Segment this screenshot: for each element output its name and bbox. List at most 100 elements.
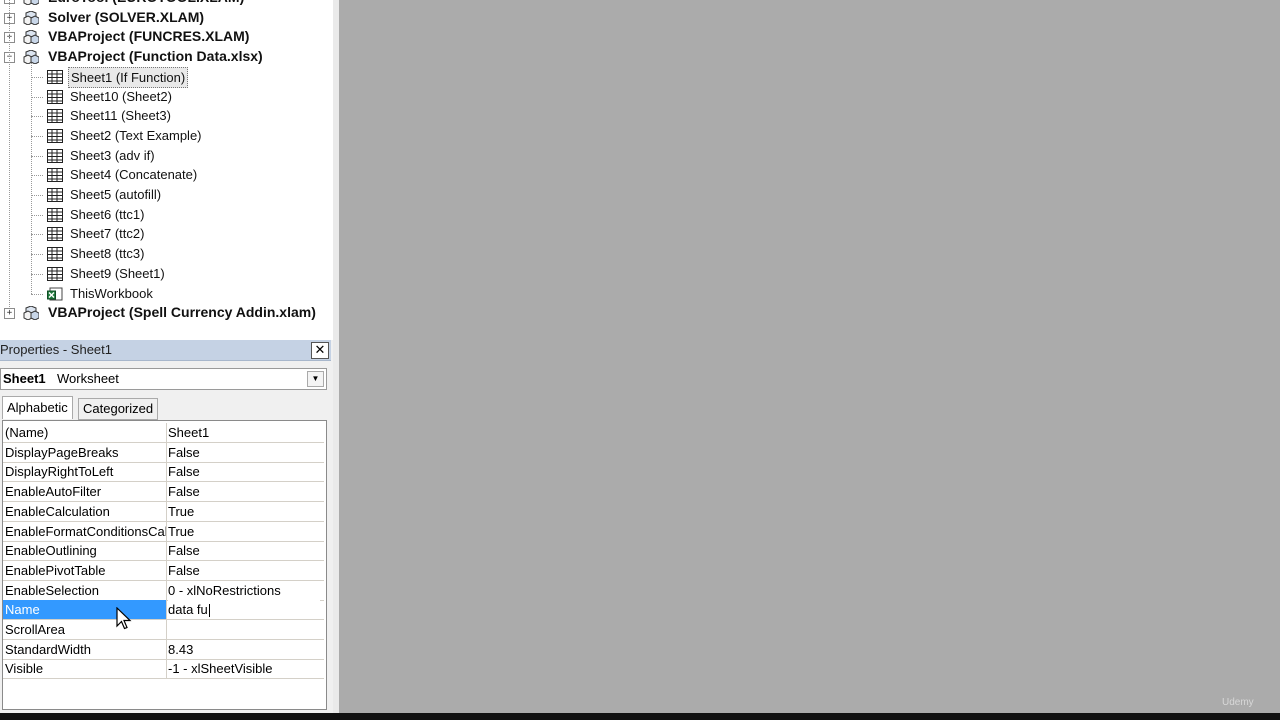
worksheet-icon: [47, 207, 63, 222]
property-row[interactable]: Name data fu: [3, 600, 324, 621]
property-value-text: 8.43: [168, 641, 194, 657]
property-value[interactable]: False: [168, 462, 320, 481]
tree-item[interactable]: Sheet8 (ttc3): [70, 244, 144, 263]
property-name[interactable]: EnableAutoFilter: [3, 482, 167, 502]
property-name[interactable]: Name: [3, 600, 167, 620]
properties-window: Properties - Sheet1 ✕ Sheet1 Worksheet ▼…: [0, 340, 333, 715]
property-value[interactable]: [168, 620, 320, 639]
property-name[interactable]: Visible: [3, 659, 167, 679]
tree-item-selected[interactable]: Sheet1 (If Function): [68, 66, 189, 88]
mouse-pointer-icon: [116, 607, 132, 630]
property-row[interactable]: (Name) Sheet1: [3, 423, 324, 443]
tree-item[interactable]: Sheet10 (Sheet2): [70, 87, 172, 106]
property-name[interactable]: DisplayPageBreaks: [3, 442, 167, 462]
property-row[interactable]: EnableAutoFilter False: [3, 482, 324, 503]
property-row[interactable]: EnableOutlining False: [3, 541, 324, 562]
close-icon[interactable]: ✕: [311, 342, 329, 359]
property-value-text: False: [168, 484, 200, 500]
tree-item[interactable]: Sheet7 (ttc2): [70, 224, 144, 243]
property-value[interactable]: True: [168, 522, 320, 541]
text-caret: [208, 604, 210, 618]
property-row[interactable]: ScrollArea: [3, 620, 324, 640]
properties-title: Properties - Sheet1: [0, 342, 113, 357]
property-value[interactable]: 8.43: [168, 640, 320, 659]
worksheet-icon: [47, 109, 63, 124]
property-value[interactable]: True: [168, 502, 320, 521]
tree-connector-root: [9, 0, 10, 314]
worksheet-icon: [47, 266, 63, 281]
tree-connector: [31, 293, 43, 295]
properties-title-bar: Properties - Sheet1 ✕: [0, 340, 331, 361]
property-value-input[interactable]: data fu: [168, 600, 320, 620]
tree-item[interactable]: Sheet6 (ttc1): [70, 205, 144, 224]
tree-item[interactable]: Sheet2 (Text Example): [70, 126, 202, 145]
property-value[interactable]: 0 - xlNoRestrictions: [168, 581, 320, 600]
object-selector-dropdown[interactable]: Sheet1 Worksheet ▼: [0, 368, 327, 390]
property-value[interactable]: Sheet1: [168, 423, 320, 442]
tree-item[interactable]: Sheet9 (Sheet1): [70, 264, 165, 283]
property-value-text: False: [168, 562, 200, 578]
tree-connector: [31, 195, 43, 196]
project-label[interactable]: VBAProject (FUNCRES.XLAM): [48, 27, 249, 46]
expander-icon[interactable]: +: [4, 308, 15, 320]
worksheet-icon: [47, 247, 63, 262]
tree-item[interactable]: Sheet3 (adv if): [70, 146, 155, 165]
property-value-text: data fu: [168, 602, 208, 618]
property-value[interactable]: -1 - xlSheetVisible: [168, 659, 320, 678]
property-value-text: False: [168, 444, 200, 460]
code-workspace-area: [339, 0, 1280, 713]
property-name[interactable]: EnableOutlining: [3, 541, 167, 561]
worksheet-icon: [47, 168, 63, 183]
property-row[interactable]: EnableFormatConditionsCal True: [3, 521, 324, 542]
property-value[interactable]: False: [168, 443, 320, 462]
property-value-text: False: [168, 464, 200, 480]
tree-connector: [31, 135, 43, 137]
project-label[interactable]: VBAProject (Spell Currency Addin.xlam): [48, 303, 316, 322]
worksheet-icon: [47, 148, 63, 163]
project-explorer-tree: +EuroTool (EUROTOOL.XLAM)+Solver (SOLVER…: [0, 0, 333, 333]
property-value[interactable]: False: [168, 541, 320, 560]
tree-connector: [31, 155, 43, 157]
vba-project-icon: [23, 305, 40, 321]
tree-item[interactable]: Sheet4 (Concatenate): [70, 165, 197, 184]
property-row[interactable]: StandardWidth 8.43: [3, 639, 324, 660]
tab-alphabetic[interactable]: Alphabetic: [2, 396, 73, 419]
tree-connector: [31, 234, 43, 236]
property-row[interactable]: Visible -1 - xlSheetVisible: [3, 659, 324, 680]
tab-categorized[interactable]: Categorized: [78, 398, 159, 420]
tree-item[interactable]: Sheet5 (autofill): [70, 185, 161, 204]
bottom-edge-bar: [0, 713, 1280, 720]
property-value-text: True: [168, 523, 195, 539]
property-name[interactable]: StandardWidth: [3, 639, 167, 659]
property-name[interactable]: EnableCalculation: [3, 501, 167, 521]
tree-item[interactable]: Sheet11 (Sheet3): [70, 106, 171, 125]
worksheet-icon: [47, 89, 63, 104]
worksheet-icon: [47, 227, 63, 242]
property-value[interactable]: False: [168, 561, 320, 580]
property-value[interactable]: False: [168, 482, 320, 501]
property-value-text: False: [168, 543, 200, 559]
property-name[interactable]: EnableSelection: [3, 580, 167, 600]
property-row[interactable]: EnablePivotTable False: [3, 560, 324, 581]
property-row[interactable]: DisplayPageBreaks False: [3, 442, 324, 463]
property-name[interactable]: ScrollArea: [3, 620, 167, 639]
property-row[interactable]: DisplayRightToLeft False: [3, 462, 324, 483]
tree-item[interactable]: ThisWorkbook: [70, 284, 153, 303]
tree-connector-vertical: [31, 62, 32, 295]
project-label[interactable]: Solver (SOLVER.XLAM): [48, 8, 204, 27]
object-type: Worksheet: [57, 371, 119, 386]
property-row[interactable]: EnableCalculation True: [3, 501, 324, 522]
chevron-down-icon[interactable]: ▼: [307, 371, 324, 387]
property-name[interactable]: DisplayRightToLeft: [3, 462, 167, 482]
worksheet-icon: [47, 69, 63, 84]
property-grid: (Name) Sheet1 DisplayPageBreaks False Displa…: [2, 420, 327, 710]
property-name[interactable]: EnableFormatConditionsCal: [3, 521, 167, 541]
property-name[interactable]: (Name): [3, 423, 167, 442]
project-label[interactable]: EuroTool (EUROTOOL.XLAM): [48, 0, 244, 7]
vba-project-icon: [23, 10, 40, 26]
property-name[interactable]: EnablePivotTable: [3, 560, 167, 580]
property-value-text: True: [168, 503, 195, 519]
worksheet-icon: [47, 128, 63, 143]
project-label[interactable]: VBAProject (Function Data.xlsx): [48, 47, 263, 66]
property-row[interactable]: EnableSelection 0 - xlNoRestrictions: [3, 580, 324, 601]
